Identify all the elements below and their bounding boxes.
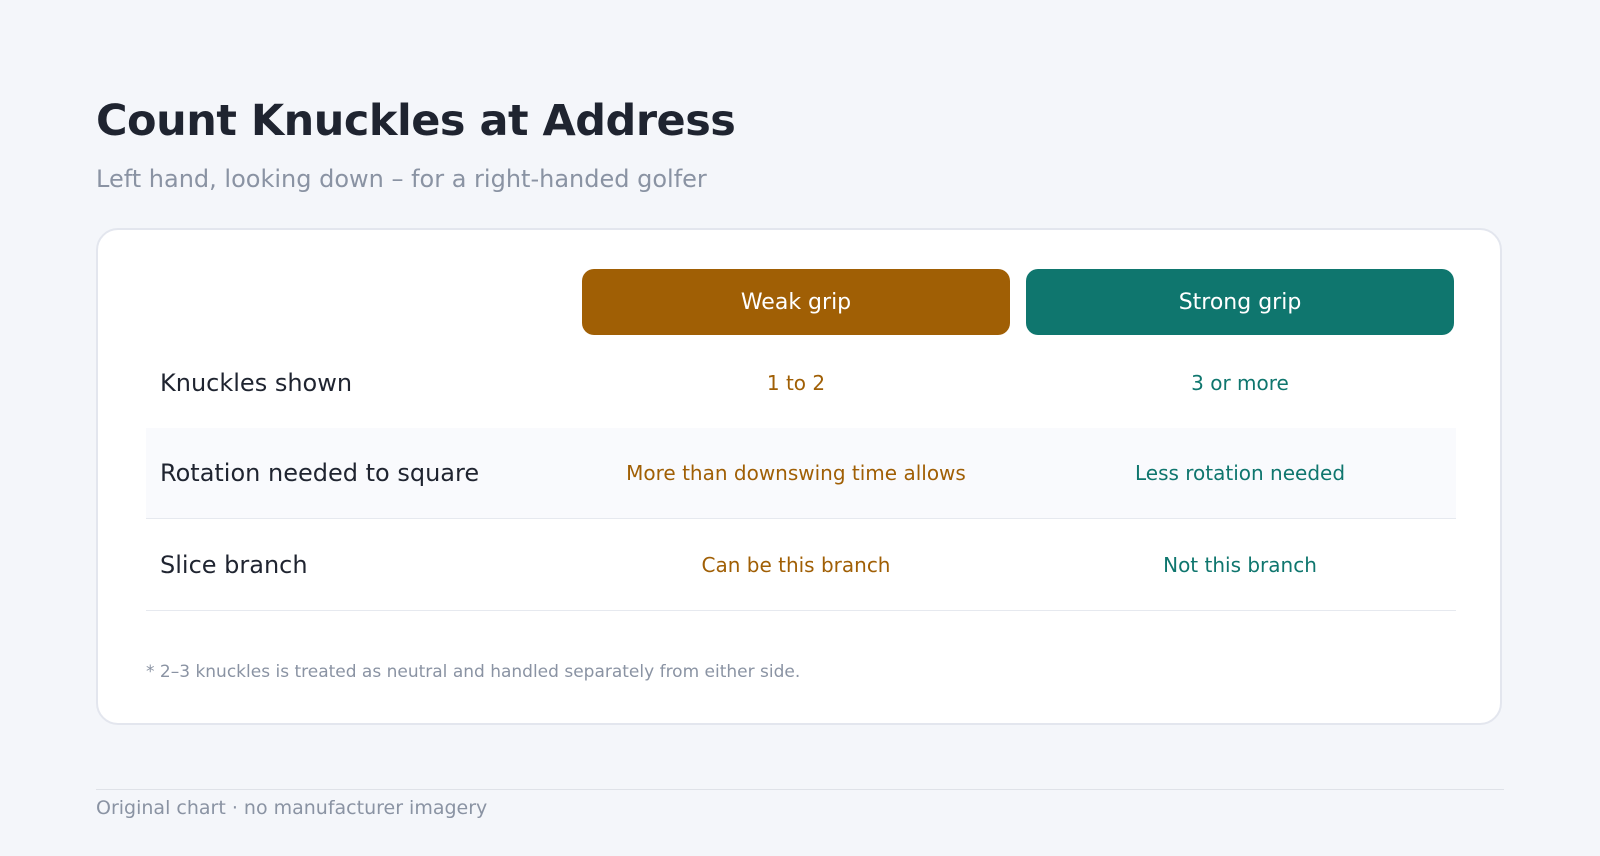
footnote: * 2–3 knuckles is treated as neutral and… [146,662,801,682]
table-row: Knuckles shown 1 to 2 3 or more [146,337,1456,428]
footer-divider [96,789,1504,790]
footer-credit: Original chart · no manufacturer imagery [96,797,488,819]
row-label: Knuckles shown [160,368,353,397]
comparison-card: Weak grip Strong grip Knuckles shown 1 t… [96,228,1502,725]
strong-grip-header: Strong grip [1026,269,1454,335]
table-row: Rotation needed to square More than down… [146,428,1456,519]
row-label: Rotation needed to square [160,459,480,487]
weak-grip-value: More than downswing time allows [626,461,966,485]
weak-grip-value: Can be this branch [701,553,891,577]
strong-grip-value: Not this branch [1163,553,1317,577]
table-row: Slice branch Can be this branch Not this… [146,520,1456,611]
weak-grip-header: Weak grip [582,269,1010,335]
weak-grip-value: 1 to 2 [766,370,826,395]
strong-grip-value: 3 or more [1191,370,1289,395]
page-subtitle: Left hand, looking down – for a right-ha… [96,165,707,193]
page-title: Count Knuckles at Address [96,96,736,146]
row-label: Slice branch [160,551,308,579]
strong-grip-value: Less rotation needed [1134,461,1346,485]
